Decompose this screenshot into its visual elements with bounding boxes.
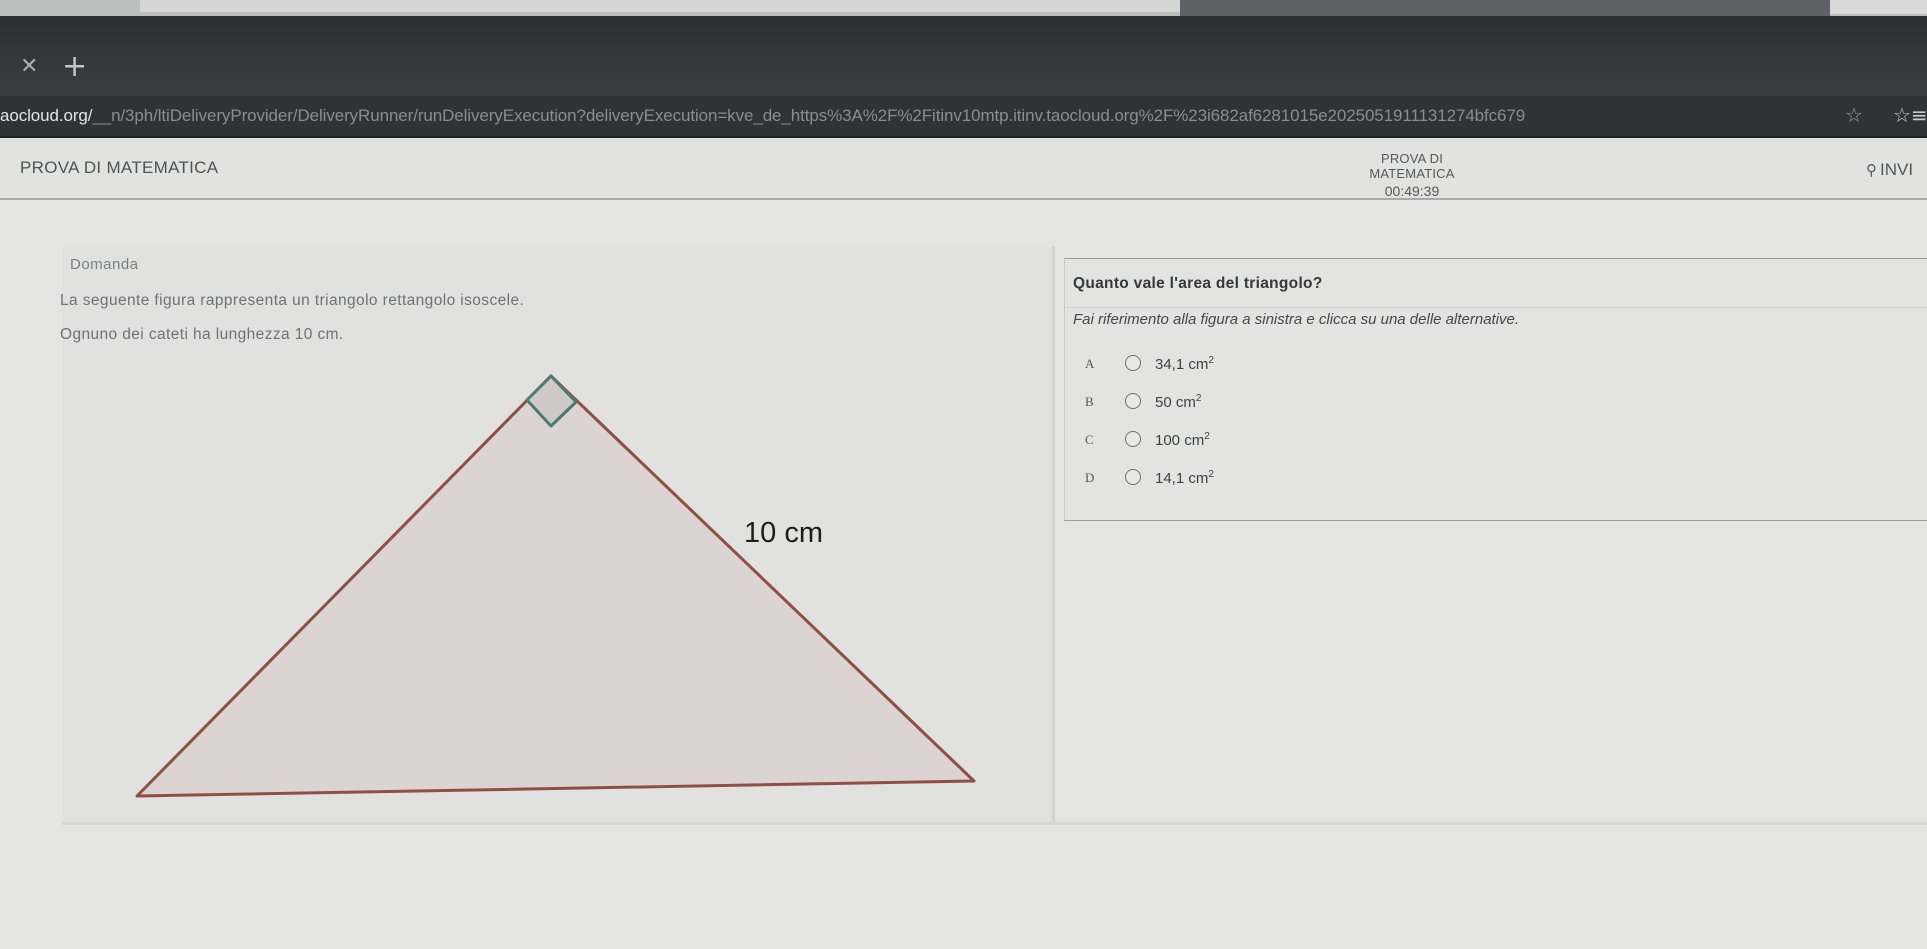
divider xyxy=(1065,307,1927,308)
choice-exponent: 2 xyxy=(1208,469,1214,480)
test-title: PROVA DI MATEMATICA xyxy=(20,158,219,177)
choice-text: 50 cm2 xyxy=(1155,393,1201,411)
radio-button[interactable] xyxy=(1125,431,1141,447)
strip-segment xyxy=(1830,0,1927,14)
screen-top-strip xyxy=(0,0,1927,18)
choice-letter: C xyxy=(1085,432,1094,447)
choice-text: 14,1 cm2 xyxy=(1155,469,1214,487)
choice-value: 50 cm xyxy=(1155,394,1196,411)
send-button[interactable]: ⚲ INVI xyxy=(1866,160,1913,180)
user-icon: ⚲ xyxy=(1866,161,1877,179)
timer-title: PROVA DI MATEMATICA xyxy=(1369,151,1455,181)
choice-d[interactable]: D 14,1 cm2 xyxy=(1085,465,1285,493)
choice-a[interactable]: A 34,1 cm2 xyxy=(1085,351,1285,379)
question-instruction: Fai riferimento alla figura a sinistra e… xyxy=(1073,311,1520,328)
choice-letter: A xyxy=(1085,356,1095,371)
app-header: PROVA DI MATEMATICA PROVA DI MATEMATICA … xyxy=(0,138,1927,200)
choice-text: 34,1 cm2 xyxy=(1155,355,1214,373)
browser-tabbar: ✕ + xyxy=(0,16,1927,96)
radio-button[interactable] xyxy=(1125,355,1141,371)
url-host: aocloud.org/ xyxy=(0,106,93,125)
choice-exponent: 2 xyxy=(1204,431,1210,442)
radio-button[interactable] xyxy=(1125,393,1141,409)
favorites-icon[interactable]: ☆≡ xyxy=(1893,103,1927,127)
choice-value: 14,1 cm xyxy=(1155,470,1209,487)
choice-exponent: 2 xyxy=(1208,355,1214,366)
choice-letter: D xyxy=(1085,470,1095,485)
send-label: INVI xyxy=(1880,160,1914,179)
choice-exponent: 2 xyxy=(1195,393,1202,404)
choice-text: 100 cm2 xyxy=(1155,431,1210,449)
choice-c[interactable]: C 100 cm2 xyxy=(1085,427,1285,455)
stimulus-panel: Domanda La seguente figura rappresenta u… xyxy=(60,246,1055,822)
radio-button[interactable] xyxy=(1125,469,1141,485)
choice-letter: B xyxy=(1085,394,1094,409)
close-icon[interactable]: ✕ xyxy=(20,54,38,79)
timer-value: 00:49:39 xyxy=(1384,183,1440,199)
timer: PROVA DI MATEMATICA 00:49:39 xyxy=(1347,151,1477,199)
plus-icon[interactable]: + xyxy=(62,49,87,84)
panel-bottom-edge xyxy=(62,822,1927,825)
choice-value: 34,1 cm xyxy=(1155,356,1209,373)
content-area: Domanda La seguente figura rappresenta u… xyxy=(0,200,1927,949)
url-path: __n/3ph/ltiDeliveryProvider/DeliveryRunn… xyxy=(92,106,1526,125)
question-box: Quanto vale l'area del triangolo? Fai ri… xyxy=(1064,258,1927,521)
url-text[interactable]: aocloud.org/__n/3ph/ltiDeliveryProvider/… xyxy=(0,106,1525,126)
triangle-figure: 10 cm xyxy=(135,374,976,798)
side-length-label: 10 cm xyxy=(744,517,823,549)
triangle-shape xyxy=(135,374,976,798)
strip-segment xyxy=(140,0,1180,12)
star-icon[interactable]: ☆ xyxy=(1845,103,1863,127)
question-title: Quanto vale l'area del triangolo? xyxy=(1073,275,1323,292)
address-bar[interactable]: aocloud.org/__n/3ph/ltiDeliveryProvider/… xyxy=(0,96,1927,136)
choice-b[interactable]: B 50 cm2 xyxy=(1085,389,1285,417)
choice-value: 100 cm xyxy=(1155,432,1205,449)
